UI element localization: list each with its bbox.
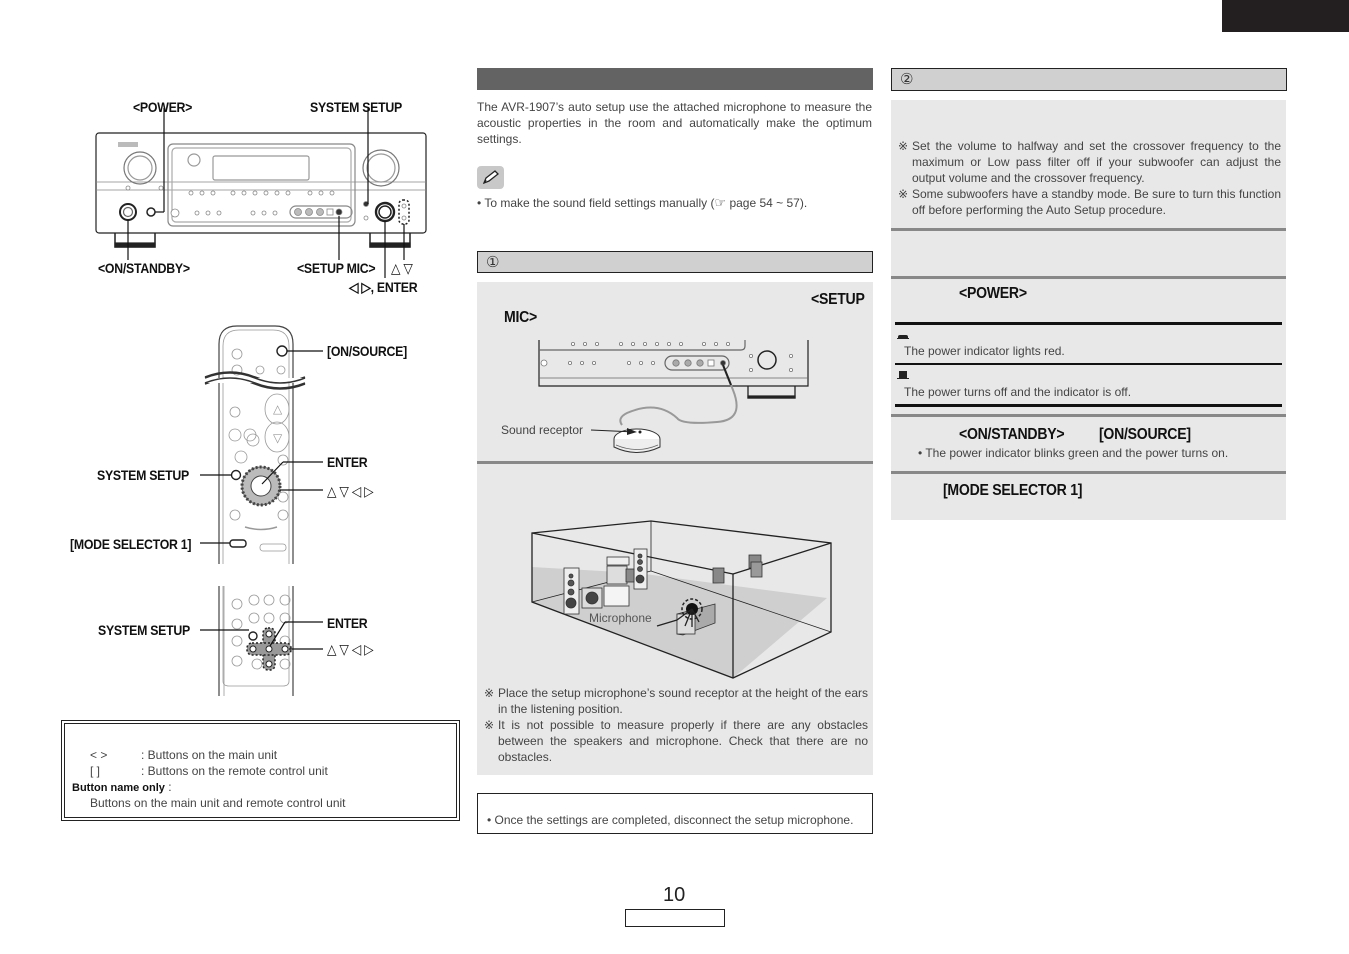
step-1-header: ① — [477, 251, 873, 273]
divider — [891, 471, 1286, 474]
label-setup-mic: <SETUP MIC> — [297, 260, 376, 276]
step-1-note-text: It is not possible to measure properly i… — [498, 718, 868, 764]
mic-connection-drawing — [538, 340, 809, 453]
legend-name-only-colon: : — [164, 780, 172, 794]
svg-text:△: △ — [273, 402, 283, 416]
reference-mark-icon: ※ — [484, 686, 495, 700]
setup-mic-label-part2: MIC> — [504, 309, 537, 326]
label-up-down: △ ▽ — [391, 260, 413, 276]
power-state-table: The power indicator lights red. The powe… — [895, 322, 1282, 407]
legend-bracket-desc: : Buttons on the remote control unit — [141, 764, 328, 778]
receiver-front-panel-drawing — [95, 108, 427, 278]
step-1-note: ※ Place the setup microphone’s sound rec… — [484, 685, 868, 717]
step-2-note-text: Some subwoofers have a standby mode. Be … — [912, 187, 1281, 217]
label-arrows: △ ▽ ◁ ▷ — [327, 483, 374, 499]
microphone-label: Microphone — [589, 611, 652, 625]
label-enter: ENTER — [327, 454, 368, 470]
divider — [891, 228, 1286, 231]
step-2-number: ② — [900, 70, 914, 88]
manual-note-suffix: page 54 ~ 57). — [726, 196, 808, 210]
mode-selector-label: [MODE SELECTOR 1] — [943, 482, 1083, 499]
step-1-number: ① — [486, 253, 500, 271]
setup-mic-label-part1: <SETUP — [811, 291, 865, 308]
step-2-header: ② — [891, 68, 1287, 91]
label-system-setup-remote2: SYSTEM SETUP — [98, 622, 190, 638]
step-1-panel: <SETUP MIC> Sound receptor Microphone ※ … — [477, 282, 873, 775]
label-power: <POWER> — [133, 99, 193, 115]
page-footer-box — [625, 909, 725, 927]
step-2-note-text: Set the volume to halfway and set the cr… — [912, 139, 1281, 185]
power-on-desc: The power indicator lights red. — [904, 344, 1065, 358]
step-2-note: ※ Some subwoofers have a standby mode. B… — [898, 186, 1281, 218]
button-down-icon-base — [897, 378, 909, 379]
label-on-source: [ON/SOURCE] — [327, 343, 407, 359]
legend-angle-symbol: < > — [90, 748, 108, 762]
step-1-note: ※ It is not possible to measure properly… — [484, 717, 868, 765]
step-2-notes: ※ Set the volume to halfway and set the … — [898, 138, 1281, 218]
label-on-standby: <ON/STANDBY> — [98, 260, 190, 276]
legend-name-only-label: Button name only — [72, 782, 165, 794]
step-1-note-text: Place the setup microphone’s sound recep… — [498, 686, 869, 716]
label-system-setup-remote: SYSTEM SETUP — [97, 467, 189, 483]
power-button-label: <POWER> — [959, 285, 1027, 302]
room-speaker-layout-drawing — [531, 520, 832, 679]
label-mode-selector: [MODE SELECTOR 1] — [70, 536, 192, 552]
remote-control-top-drawing: △ ▽ — [200, 325, 323, 564]
legend-angle-desc: : Buttons on the main unit — [141, 748, 278, 762]
svg-text:▽: ▽ — [273, 431, 283, 445]
pencil-icon — [477, 166, 504, 189]
manual-settings-note: • To make the sound field settings manua… — [477, 195, 807, 212]
divider — [891, 276, 1286, 279]
page-number: 10 — [663, 884, 686, 906]
sound-receptor-label: Sound receptor — [501, 423, 584, 437]
button-up-icon-base — [897, 338, 909, 339]
reference-mark-icon: ※ — [484, 718, 495, 732]
legend-name-only: Button name only : — [72, 779, 172, 796]
power-on-note: • The power indicator blinks green and t… — [918, 446, 1229, 460]
intro-paragraph: The AVR-1907’s auto setup use the attach… — [477, 100, 872, 146]
on-source-label: [ON/SOURCE] — [1099, 426, 1191, 443]
label-system-setup: SYSTEM SETUP — [310, 99, 402, 115]
step-1-divider — [477, 461, 873, 464]
manual-note-prefix: • To make the sound field settings manua… — [477, 196, 715, 210]
label-enter-remote2: ENTER — [327, 615, 368, 631]
legend-bracket-symbol: [ ] — [90, 764, 101, 778]
corner-tab — [1222, 0, 1349, 32]
section-title-bar — [477, 68, 873, 90]
legend-name-only-desc: Buttons on the main unit and remote cont… — [90, 796, 346, 810]
on-standby-label: <ON/STANDBY> — [959, 426, 1065, 443]
step-1-notes: ※ Place the setup microphone’s sound rec… — [484, 685, 868, 765]
label-arrows-remote2: △ ▽ ◁ ▷ — [327, 641, 374, 657]
step-2-note: ※ Set the volume to halfway and set the … — [898, 138, 1281, 186]
button-down-icon — [899, 371, 907, 378]
power-off-desc: The power turns off and the indicator is… — [904, 385, 1132, 399]
pointing-hand-icon: ☞ — [714, 196, 727, 211]
reference-mark-icon: ※ — [898, 187, 909, 201]
divider — [891, 414, 1286, 417]
step-2-panel: ※ Set the volume to halfway and set the … — [891, 100, 1286, 520]
label-left-right-enter: ◁ ▷, ENTER — [349, 279, 418, 295]
disconnect-mic-note: • Once the settings are completed, disco… — [487, 813, 854, 827]
disconnect-mic-note-box: • Once the settings are completed, disco… — [477, 793, 873, 834]
button-legend-box: < > : Buttons on the main unit [ ] : But… — [61, 720, 460, 821]
remote-control-bottom-drawing — [200, 586, 323, 696]
reference-mark-icon: ※ — [898, 139, 909, 153]
